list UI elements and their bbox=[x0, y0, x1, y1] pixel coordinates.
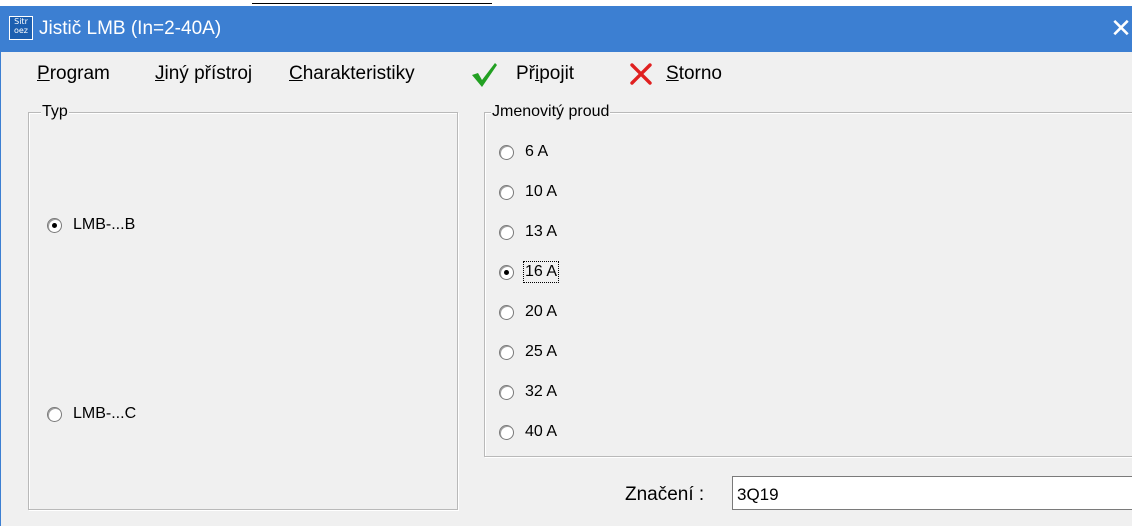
proud-group: Jmenovitý proud 6 A 10 A 13 A 16 A 20 A … bbox=[484, 103, 1132, 457]
radio-32a-label: 32 A bbox=[525, 383, 558, 400]
proud-group-legend: Jmenovitý proud bbox=[491, 103, 611, 121]
radio-25a-label: 25 A bbox=[525, 343, 558, 360]
radio-lmb-b[interactable]: LMB-...B bbox=[47, 216, 135, 234]
radio-6a[interactable]: 6 A bbox=[499, 143, 548, 161]
close-icon[interactable]: ✕ bbox=[1101, 10, 1132, 48]
check-icon bbox=[472, 63, 497, 87]
menu-charakteristiky[interactable]: Charakteristiky bbox=[289, 63, 415, 85]
app-icon: Sitr oez bbox=[9, 16, 33, 40]
radio-25a-circle[interactable] bbox=[499, 344, 514, 360]
menu-storno-label: torno bbox=[678, 63, 722, 84]
radio-25a[interactable]: 25 A bbox=[499, 343, 557, 361]
menu-pripojit-label: pojit bbox=[539, 63, 575, 84]
radio-16a-circle[interactable] bbox=[499, 264, 514, 280]
radio-40a-label: 40 A bbox=[525, 423, 558, 440]
znaceni-label: Značení : bbox=[625, 484, 705, 505]
menu-charakteristiky-mnemonic: C bbox=[289, 63, 303, 84]
radio-lmb-c[interactable]: LMB-...C bbox=[47, 405, 136, 423]
radio-6a-circle[interactable] bbox=[499, 144, 514, 160]
radio-lmb-c-label: LMB-...C bbox=[73, 405, 137, 422]
znaceni-input[interactable] bbox=[732, 476, 1132, 510]
menu-pripojit-pre: Př bbox=[516, 63, 535, 84]
menu-storno[interactable]: Storno bbox=[666, 63, 722, 85]
window-title: Jistič LMB (In=2-40A) bbox=[39, 18, 222, 39]
radio-lmb-b-circle[interactable] bbox=[47, 217, 62, 233]
menu-program-mnemonic: P bbox=[37, 63, 50, 84]
radio-20a-circle[interactable] bbox=[499, 304, 514, 320]
radio-13a-label: 13 A bbox=[525, 223, 558, 240]
radio-40a-circle[interactable] bbox=[499, 424, 514, 440]
radio-20a[interactable]: 20 A bbox=[499, 303, 557, 321]
radio-13a-circle[interactable] bbox=[499, 224, 514, 240]
menu-program[interactable]: Program bbox=[37, 63, 110, 85]
menu-jiny-label: iný přístroj bbox=[164, 63, 253, 84]
radio-lmb-c-circle[interactable] bbox=[47, 406, 62, 422]
underline-fragment bbox=[252, 3, 492, 4]
title-bar[interactable]: Sitr oez Jistič LMB (In=2-40A) ✕ bbox=[1, 6, 1132, 52]
menu-charakteristiky-label: harakteristiky bbox=[302, 63, 415, 84]
menu-pripojit[interactable]: Připojit bbox=[516, 63, 574, 85]
radio-lmb-b-label: LMB-...B bbox=[73, 216, 136, 233]
radio-16a[interactable]: 16 A bbox=[499, 261, 560, 283]
radio-13a[interactable]: 13 A bbox=[499, 223, 557, 241]
typ-group-legend: Typ bbox=[41, 103, 69, 121]
menu-storno-mnemonic: S bbox=[666, 63, 679, 84]
radio-32a[interactable]: 32 A bbox=[499, 383, 557, 401]
cross-icon bbox=[630, 63, 652, 85]
menu-jiny-pristroj[interactable]: Jiný přístroj bbox=[155, 63, 252, 85]
typ-group: Typ LMB-...B LMB-...C bbox=[28, 103, 458, 510]
menu-program-label: rogram bbox=[49, 63, 110, 84]
radio-10a-circle[interactable] bbox=[499, 184, 514, 200]
menu-jiny-mnemonic: J bbox=[155, 63, 165, 84]
radio-10a-label: 10 A bbox=[525, 183, 558, 200]
app-icon-line2: oez bbox=[13, 26, 28, 35]
radio-6a-label: 6 A bbox=[525, 143, 549, 160]
menu-bar: Program Jiný přístroj Charakteristiky Př… bbox=[1, 52, 1132, 94]
radio-16a-label: 16 A bbox=[522, 261, 560, 283]
radio-20a-label: 20 A bbox=[525, 303, 558, 320]
radio-32a-circle[interactable] bbox=[499, 384, 514, 400]
radio-40a[interactable]: 40 A bbox=[499, 423, 557, 441]
app-icon-line1: Sitr bbox=[14, 17, 28, 26]
dialog-window: Sitr oez Jistič LMB (In=2-40A) ✕ Program… bbox=[0, 6, 1132, 526]
radio-10a[interactable]: 10 A bbox=[499, 183, 557, 201]
